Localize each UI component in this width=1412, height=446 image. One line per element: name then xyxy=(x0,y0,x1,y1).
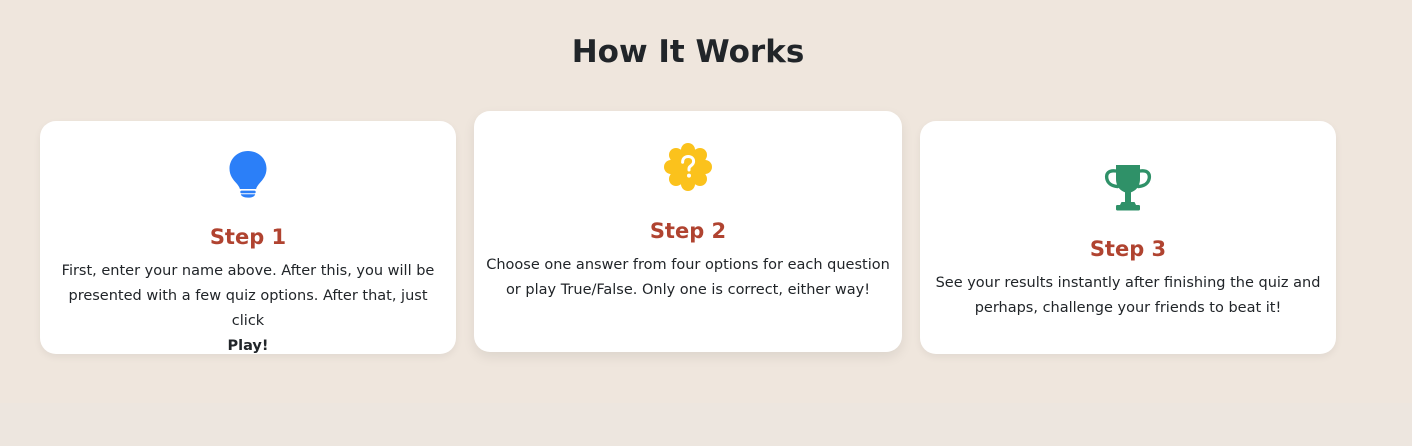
step-card-1: Step 1 First, enter your name above. Aft… xyxy=(40,121,456,354)
step-title: Step 1 xyxy=(209,225,287,249)
step-title: Step 3 xyxy=(1089,237,1167,261)
step-description: See your results instantly after finishi… xyxy=(935,275,1321,316)
play-emphasis: Play! xyxy=(227,338,269,354)
how-it-works-section: How It Works Step 1 First, enter your na… xyxy=(0,0,1412,403)
step-title: Step 2 xyxy=(649,219,727,243)
step-description: First, enter your name above. After this… xyxy=(52,259,444,359)
trophy-icon xyxy=(1104,163,1152,213)
question-badge-icon xyxy=(663,142,713,192)
section-title: How It Works xyxy=(571,34,805,70)
step-description-text: First, enter your name above. After this… xyxy=(61,263,435,329)
step-card-3: Step 3 See your results instantly after … xyxy=(920,121,1336,354)
lightbulb-icon xyxy=(228,150,268,198)
step-card-2: Step 2 Choose one answer from four optio… xyxy=(474,111,902,352)
step-description: Choose one answer from four options for … xyxy=(486,257,890,298)
